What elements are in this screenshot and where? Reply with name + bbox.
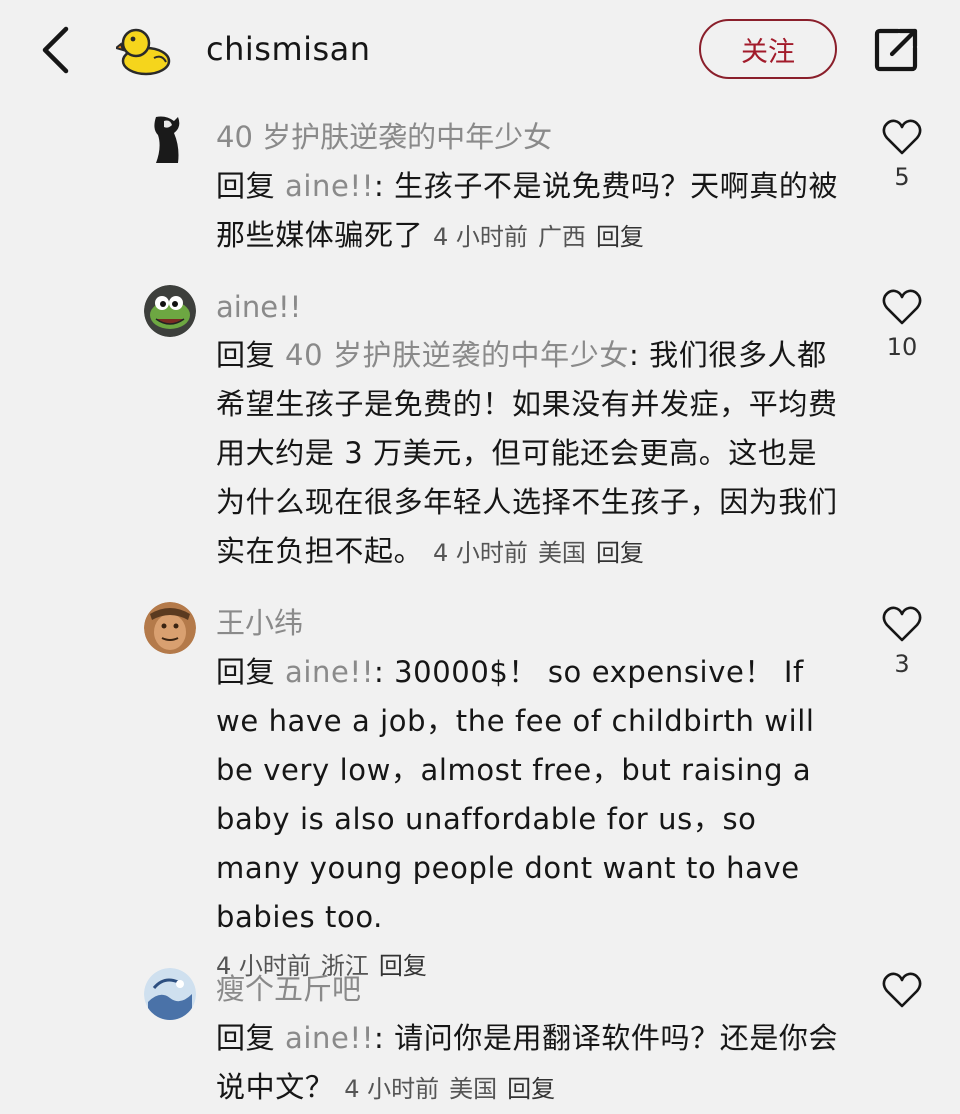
reply-button[interactable]: 回复	[379, 952, 427, 980]
comment-time: 4 小时前	[433, 539, 528, 567]
like-button[interactable]: 10	[874, 288, 930, 362]
reply-target-name[interactable]: 40 岁护肤逆袭的中年少女	[285, 338, 629, 372]
commenter-avatar[interactable]	[144, 968, 196, 1020]
reply-button[interactable]: 回复	[596, 539, 644, 567]
comment-content: : 30000$！ so expensive！ If we have a job…	[216, 655, 815, 934]
like-count: 10	[886, 333, 918, 361]
reply-target-name[interactable]: aine!!	[285, 1021, 374, 1055]
reply-prefix: 回复	[216, 655, 276, 689]
heart-outline-icon	[882, 119, 922, 155]
like-button[interactable]: 3	[874, 605, 930, 679]
duck-avatar-icon[interactable]	[116, 24, 172, 76]
comment-author[interactable]: 40 岁护肤逆袭的中年少女	[216, 117, 552, 157]
commenter-avatar[interactable]	[144, 113, 196, 165]
commenter-avatar[interactable]	[144, 602, 196, 654]
like-count: 3	[894, 650, 910, 678]
reply-prefix: 回复	[216, 169, 276, 203]
like-button[interactable]: 5	[874, 118, 930, 192]
comment-text: 回复 aine!!: 生孩子不是说免费吗？天啊真的被那些媒体骗死了 4 小时前广…	[216, 162, 841, 262]
like-count: 5	[894, 163, 910, 191]
reply-button[interactable]: 回复	[596, 223, 644, 251]
comment-meta: 4 小时前 广西 回复	[433, 223, 654, 251]
comment-text: 回复 aine!!: 请问你是用翻译软件吗？还是你会说中文？ 4 小时前 美国 回复	[216, 1014, 841, 1114]
comment-text: 回复 40 岁护肤逆袭的中年少女: 我们很多人都希望生孩子是免费的！如果没有并发…	[216, 331, 841, 578]
comment-location: 广西	[537, 223, 586, 251]
comment-author[interactable]: 王小纬	[216, 603, 303, 643]
heart-outline-icon	[882, 289, 922, 325]
chevron-left-icon	[42, 26, 69, 74]
comment-author[interactable]: aine!!	[216, 287, 301, 327]
comment-author[interactable]: 瘦个五斤吧	[216, 969, 361, 1009]
photo-avatar-icon	[144, 602, 196, 654]
comment-content: : 我们很多人都希望生孩子是免费的！如果没有并发症，平均费用大约是 3 万美元，…	[216, 338, 838, 568]
comment-time: 4 小时前	[433, 223, 528, 251]
comment-location: 美国	[537, 539, 586, 567]
comment-meta: 4 小时前 美国 回复	[433, 539, 654, 567]
reply-button[interactable]: 回复	[507, 1075, 555, 1103]
back-button[interactable]	[30, 22, 80, 78]
top-bar: chismisan 关注	[0, 0, 960, 100]
share-external-icon[interactable]	[872, 26, 920, 74]
follow-button[interactable]: 关注	[699, 19, 837, 79]
illustration-avatar-icon	[144, 968, 196, 1020]
commenter-avatar[interactable]	[144, 285, 196, 337]
figure-avatar-icon	[154, 116, 180, 163]
reply-target-name[interactable]: aine!!	[285, 169, 374, 203]
comment-time: 4 小时前	[344, 1075, 440, 1103]
comment-text: 回复 aine!!: 30000$！ so expensive！ If we h…	[216, 648, 841, 991]
reply-target-name[interactable]: aine!!	[285, 655, 374, 689]
heart-outline-icon	[882, 606, 922, 642]
comment-location: 美国	[449, 1075, 498, 1103]
cartoon-crocodile-avatar-icon	[144, 285, 196, 337]
heart-outline-icon	[882, 972, 922, 1008]
comment-meta: 4 小时前 美国 回复	[344, 1075, 565, 1103]
profile-username[interactable]: chismisan	[206, 27, 371, 71]
like-button[interactable]	[874, 971, 930, 1009]
reply-prefix: 回复	[216, 1021, 276, 1055]
reply-prefix: 回复	[216, 338, 276, 372]
